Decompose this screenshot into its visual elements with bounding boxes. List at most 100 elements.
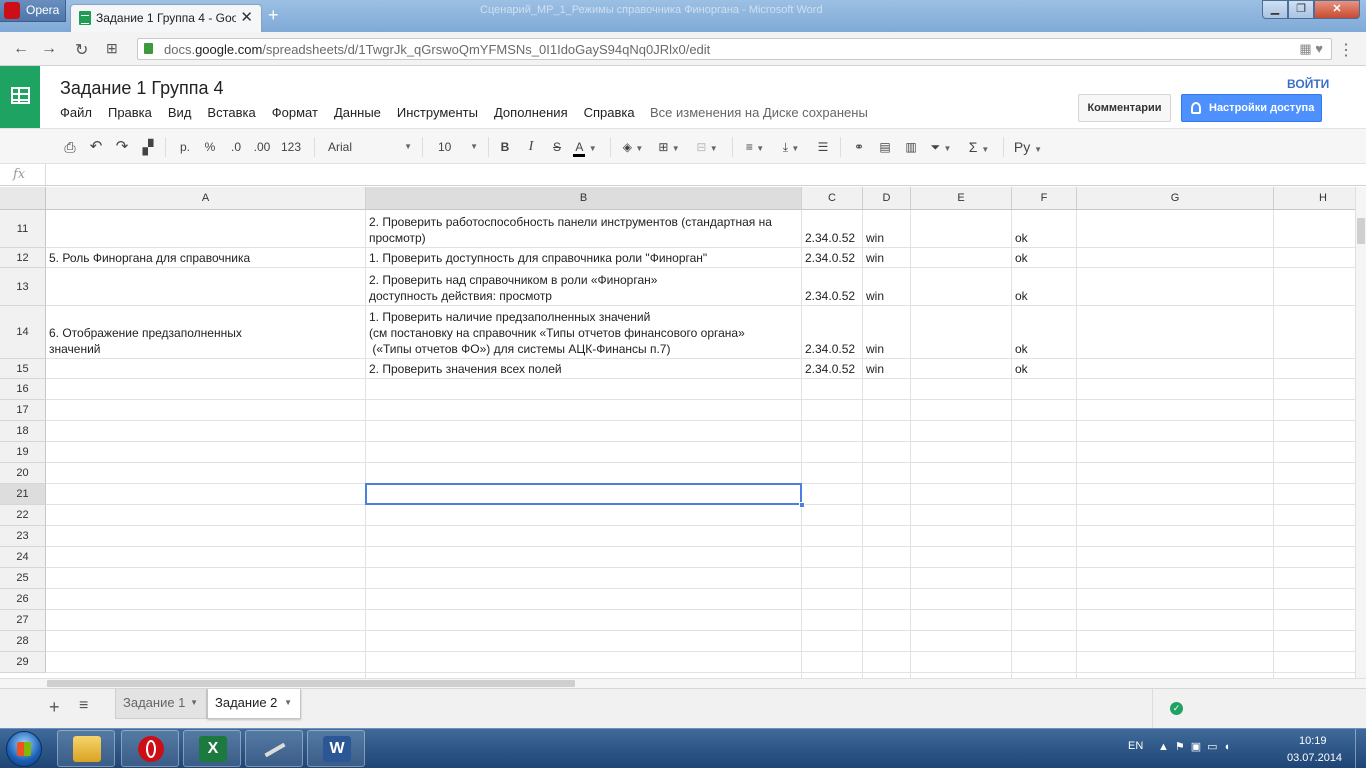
bookmark-heart-icon[interactable]: ▦ ♥ (1299, 41, 1323, 57)
row-header[interactable]: 23 (0, 526, 46, 547)
column-header-g[interactable]: G (1077, 187, 1274, 210)
column-header-c[interactable]: C (802, 187, 863, 210)
redo-icon[interactable]: ↷ (112, 137, 132, 157)
row-header[interactable]: 18 (0, 421, 46, 442)
cell-a[interactable]: 6. Отображение предзаполненных значений (46, 306, 366, 359)
increase-decimal-button[interactable]: .00 (250, 137, 274, 157)
row-header[interactable]: 14 (0, 306, 46, 359)
row-header[interactable]: 13 (0, 268, 46, 306)
merge-cells-icon[interactable]: ⊟ ▼ (690, 137, 724, 157)
row-header[interactable]: 11 (0, 210, 46, 248)
cell-d[interactable]: win (863, 248, 911, 268)
close-window-button[interactable]: ✕ (1314, 0, 1360, 19)
start-button[interactable] (6, 731, 42, 767)
column-header-d[interactable]: D (863, 187, 911, 210)
row-header[interactable]: 20 (0, 463, 46, 484)
row-header[interactable]: 22 (0, 505, 46, 526)
taskbar-word[interactable]: W (307, 730, 365, 767)
comments-button[interactable]: Комментарии (1078, 94, 1171, 122)
horizontal-scroll-thumb[interactable] (47, 680, 575, 687)
taskbar-opera[interactable] (121, 730, 179, 767)
new-tab-button[interactable]: + (268, 5, 279, 26)
cell-c[interactable]: 2.34.0.52 (802, 210, 863, 248)
add-sheet-icon[interactable]: + (49, 697, 60, 718)
forward-icon[interactable]: → (41, 40, 57, 58)
show-desktop-button[interactable] (1355, 729, 1366, 768)
undo-icon[interactable]: ↶ (86, 137, 106, 157)
row-header[interactable]: 28 (0, 631, 46, 652)
row-header[interactable]: 16 (0, 379, 46, 400)
cell-d[interactable]: win (863, 210, 911, 248)
column-header-h[interactable]: H (1274, 187, 1366, 210)
borders-icon[interactable]: ⊞ ▼ (654, 137, 684, 157)
insert-link-icon[interactable]: ⚭ (848, 137, 870, 157)
language-indicator[interactable]: EN (1128, 740, 1143, 752)
row-header[interactable]: 12 (0, 248, 46, 268)
bold-button[interactable]: B (496, 137, 514, 157)
sheet-tab-2-menu-icon[interactable]: ▼ (284, 689, 292, 717)
cell-e[interactable] (911, 359, 1012, 379)
row-header[interactable]: 15 (0, 359, 46, 379)
row-header[interactable]: 24 (0, 547, 46, 568)
cell-e[interactable] (911, 248, 1012, 268)
clock-time[interactable]: 10:19 (1299, 735, 1327, 747)
menu-tools[interactable]: Инструменты (397, 105, 478, 120)
menu-view[interactable]: Вид (168, 105, 192, 120)
horizontal-align-icon[interactable]: ≡ ▼ (740, 137, 770, 157)
row-header[interactable]: 27 (0, 610, 46, 631)
cell-b[interactable]: 1. Проверить доступность для справочника… (366, 248, 802, 268)
row-header[interactable]: 17 (0, 400, 46, 421)
clock-date[interactable]: 03.07.2014 (1287, 752, 1342, 764)
taskbar-explorer[interactable] (57, 730, 115, 767)
column-header-e[interactable]: E (911, 187, 1012, 210)
cell-f[interactable]: ok (1012, 306, 1077, 359)
maximize-button[interactable]: ❐ (1288, 0, 1314, 19)
more-formats-button[interactable]: 123 ▼ (276, 137, 306, 173)
insert-chart-icon[interactable]: ▥ (900, 137, 922, 157)
column-header-f[interactable]: F (1012, 187, 1077, 210)
cell-b[interactable]: 2. Проверить значения всех полей (366, 359, 802, 379)
functions-button[interactable]: Σ ▼ (964, 137, 994, 157)
browser-tab-active[interactable]: Задание 1 Группа 4 - Goo ✕ (70, 4, 262, 32)
strikethrough-button[interactable]: S (548, 137, 566, 157)
vertical-scroll-thumb[interactable] (1357, 218, 1365, 244)
select-all-corner[interactable] (0, 187, 46, 210)
italic-button[interactable]: I (522, 137, 540, 157)
menu-addons[interactable]: Дополнения (494, 105, 568, 120)
opera-menu-button[interactable]: Opera (0, 0, 66, 22)
row-header[interactable]: 25 (0, 568, 46, 589)
insert-comment-icon[interactable]: ▤ (875, 137, 895, 157)
cell-a[interactable] (46, 359, 366, 379)
cell-e[interactable] (911, 268, 1012, 306)
text-wrap-icon[interactable]: ☰ (812, 137, 834, 157)
percent-format-button[interactable]: % (200, 137, 220, 157)
sheet-tab-2[interactable]: Задание 2 ▼ (207, 689, 301, 719)
sheet-tab-1[interactable]: Задание 1 ▼ (115, 689, 207, 719)
all-sheets-icon[interactable]: ≡ (79, 697, 88, 715)
cell-a[interactable] (46, 210, 366, 248)
vertical-scrollbar[interactable] (1355, 187, 1366, 678)
cell-a[interactable]: 5. Роль Финоргана для справочника (46, 248, 366, 268)
cell-c[interactable]: 2.34.0.52 (802, 268, 863, 306)
sign-in-link[interactable]: ВОЙТИ (1287, 77, 1329, 91)
browser-sidebar-icon[interactable]: ⋮ (1338, 40, 1354, 60)
cell-f[interactable]: ok (1012, 268, 1077, 306)
close-tab-icon[interactable]: ✕ (240, 8, 253, 26)
text-color-button[interactable]: A ▼ (570, 137, 600, 157)
filter-icon[interactable]: ⏷ ▼ (926, 137, 956, 157)
cell-e[interactable] (911, 210, 1012, 248)
cell-b[interactable]: 2. Проверить над справочником в роли «Фи… (366, 268, 802, 306)
selected-cell[interactable] (365, 483, 802, 505)
row-header[interactable]: 19 (0, 442, 46, 463)
share-button[interactable]: Настройки доступа (1181, 94, 1322, 122)
paint-format-icon[interactable]: ▞ (138, 137, 158, 157)
menu-insert[interactable]: Вставка (207, 105, 255, 120)
cell-c[interactable]: 2.34.0.52 (802, 306, 863, 359)
cell-f[interactable]: ok (1012, 359, 1077, 379)
tray-icons[interactable]: ▲⚑▣▭◖ (1158, 740, 1236, 753)
cell-d[interactable]: win (863, 268, 911, 306)
cell-f[interactable]: ok (1012, 248, 1077, 268)
font-size-select[interactable]: 10 ▼ (430, 137, 480, 157)
decrease-decimal-button[interactable]: .0 (225, 137, 247, 157)
formula-input[interactable] (52, 167, 1342, 183)
